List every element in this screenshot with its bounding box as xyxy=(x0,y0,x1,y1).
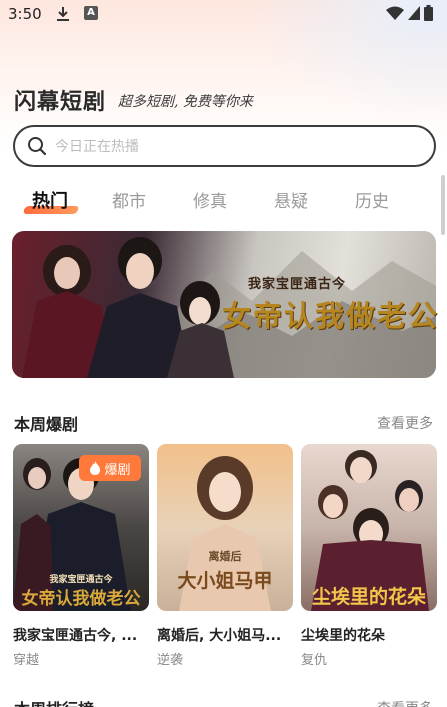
signal-icon xyxy=(408,6,420,20)
ranking-section-title: 本周排行榜 xyxy=(14,696,94,707)
weekly-section-title: 本周爆剧 xyxy=(14,415,79,434)
tab-cultivation[interactable]: 修真 xyxy=(193,187,227,212)
app-slogan: 超多短剧, 免费等你来 xyxy=(118,94,253,110)
tab-mystery[interactable]: 悬疑 xyxy=(274,187,308,212)
tab-city[interactable]: 都市 xyxy=(112,187,146,212)
tab-hot[interactable]: 热门 xyxy=(32,187,68,213)
status-time: 3:50 xyxy=(8,5,42,23)
drama-cover[interactable]: 尘埃里的花朵 xyxy=(301,444,437,611)
category-tabs: 热门 都市 修真 悬疑 历史 xyxy=(0,183,447,223)
weekly-see-more-link[interactable]: 查看更多 xyxy=(377,413,433,433)
status-bar: 3:50 A xyxy=(0,0,447,28)
drama-title[interactable]: 尘埃里的花朵 xyxy=(301,625,441,645)
banner-title: 女帝认我做老公 xyxy=(222,299,440,333)
drama-title[interactable]: 离婚后, 大小姐马... xyxy=(157,625,297,645)
search-icon xyxy=(28,137,47,156)
hot-badge: 爆剧 xyxy=(79,455,141,481)
drama-title[interactable]: 我家宝匣通古今, ... xyxy=(13,625,153,645)
cover-title: 女帝认我做老公 xyxy=(21,589,141,609)
scrollbar[interactable] xyxy=(441,175,445,235)
banner-subtitle: 我家宝匣通古今 xyxy=(248,277,347,292)
search-input[interactable] xyxy=(55,135,415,159)
download-icon xyxy=(57,7,69,21)
cover-title: 大小姐马甲 xyxy=(177,570,273,592)
a-icon: A xyxy=(84,6,98,20)
drama-cover[interactable]: 离婚后 大小姐马甲 xyxy=(157,444,293,611)
drama-genre-tag: 复仇 xyxy=(301,653,328,668)
cover-subtitle: 离婚后 xyxy=(208,550,242,563)
flame-icon xyxy=(90,461,101,475)
battery-icon xyxy=(424,5,433,21)
cover-title: 尘埃里的花朵 xyxy=(311,586,426,608)
hot-badge-label: 爆剧 xyxy=(104,462,131,478)
drama-genre-tag: 穿越 xyxy=(13,653,40,668)
app-title: 闪幕短剧 xyxy=(14,90,107,115)
drama-genre-tag: 逆袭 xyxy=(157,653,184,668)
tab-history[interactable]: 历史 xyxy=(355,187,389,212)
wifi-icon xyxy=(386,6,404,20)
search-bar[interactable] xyxy=(13,125,436,167)
ranking-see-more-link[interactable]: 查看更多 xyxy=(377,698,433,707)
